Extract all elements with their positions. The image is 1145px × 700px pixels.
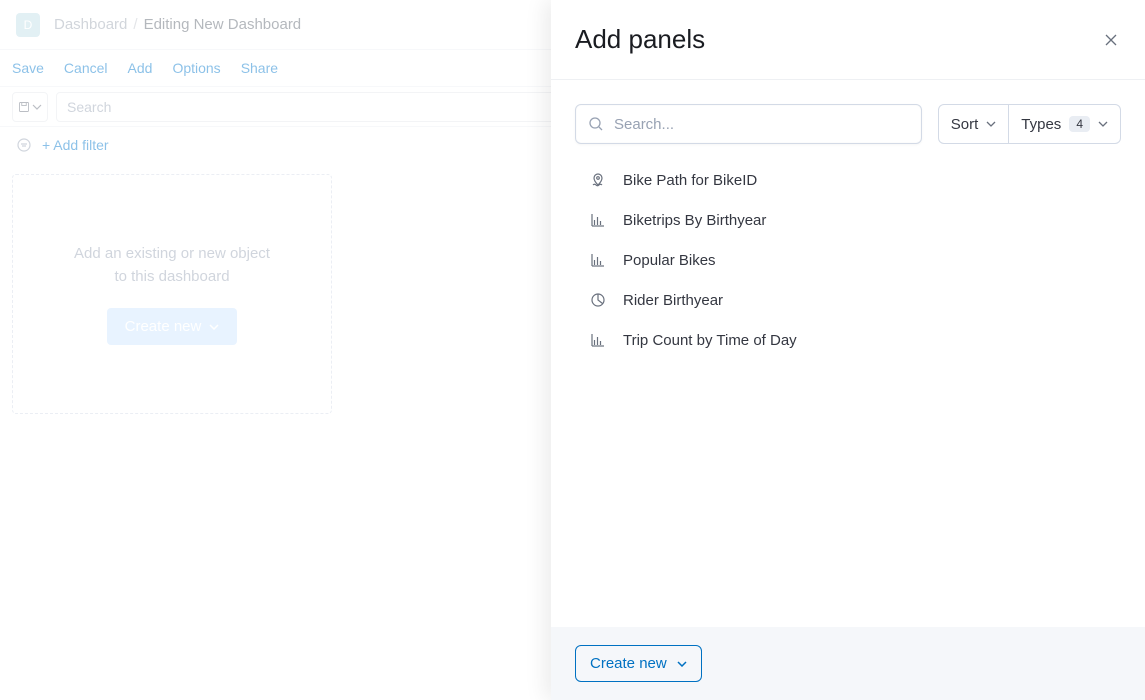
- types-count-badge: 4: [1069, 116, 1090, 132]
- flyout-title: Add panels: [575, 24, 705, 55]
- pie-icon: [589, 291, 607, 309]
- panel-item[interactable]: Biketrips By Birthyear: [575, 200, 1121, 240]
- bar-icon: [589, 211, 607, 229]
- create-new-button[interactable]: Create new: [575, 645, 702, 682]
- flyout-controls: Sort Types 4: [575, 104, 1121, 144]
- bar-icon: [589, 251, 607, 269]
- panel-item-label: Trip Count by Time of Day: [623, 332, 797, 349]
- flyout-footer: Create new: [551, 627, 1145, 700]
- flyout-header: Add panels: [551, 0, 1145, 80]
- panel-search-input[interactable]: [614, 116, 909, 133]
- chevron-down-icon: [677, 661, 687, 667]
- filter-dropdown-group: Sort Types 4: [938, 104, 1121, 144]
- bar-icon: [589, 331, 607, 349]
- panel-item[interactable]: Popular Bikes: [575, 240, 1121, 280]
- panel-item[interactable]: Trip Count by Time of Day: [575, 320, 1121, 360]
- sort-dropdown[interactable]: Sort: [939, 105, 1009, 143]
- panel-list: Bike Path for BikeID Biketrips By Birthye…: [575, 160, 1121, 360]
- types-dropdown[interactable]: Types 4: [1008, 105, 1120, 143]
- panel-item-label: Biketrips By Birthyear: [623, 212, 766, 229]
- map-icon: [589, 171, 607, 189]
- search-icon: [588, 116, 604, 132]
- add-panels-flyout: Add panels Sort Types 4: [551, 0, 1145, 700]
- close-icon: [1105, 34, 1117, 46]
- panel-item-label: Popular Bikes: [623, 252, 716, 269]
- panel-item-label: Bike Path for BikeID: [623, 172, 757, 189]
- panel-item-label: Rider Birthyear: [623, 292, 723, 309]
- flyout-body: Sort Types 4 Bike Path for BikeID Biketri…: [551, 80, 1145, 627]
- panel-search-box[interactable]: [575, 104, 922, 144]
- chevron-down-icon: [1098, 121, 1108, 127]
- close-button[interactable]: [1101, 30, 1121, 50]
- panel-item[interactable]: Rider Birthyear: [575, 280, 1121, 320]
- panel-item[interactable]: Bike Path for BikeID: [575, 160, 1121, 200]
- chevron-down-icon: [986, 121, 996, 127]
